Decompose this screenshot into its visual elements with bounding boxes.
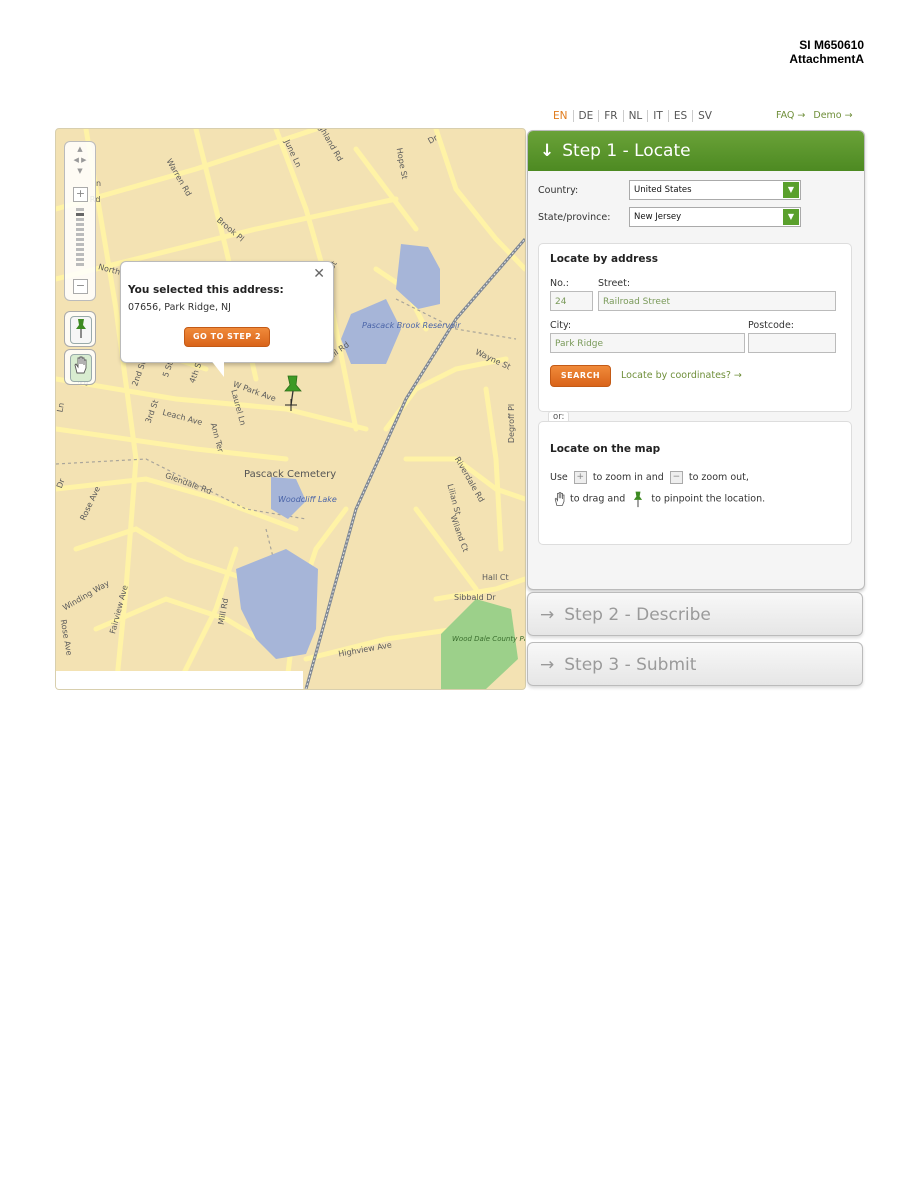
popup-address: 07656, Park Ridge, NJ — [128, 302, 231, 313]
close-icon[interactable]: ✕ — [313, 266, 325, 282]
hand-icon — [74, 356, 87, 374]
label-pascack-cemetery: Pascack Cemetery — [244, 469, 337, 480]
chevron-down-icon: ▼ — [783, 209, 799, 225]
locate-by-address-title: Locate by address — [550, 253, 658, 265]
city-label: City: — [550, 320, 572, 331]
state-value: New Jersey — [634, 212, 682, 222]
map-view[interactable]: Highland Rd June Ln Hope St Dr Warren Rd… — [55, 128, 526, 690]
number-input[interactable]: 24 — [550, 291, 593, 311]
step-1-title: Step 1 - Locate — [562, 141, 691, 161]
document-attachment: AttachmentA — [789, 52, 864, 66]
map-bottom-blank — [56, 671, 303, 689]
drag-text: to drag and — [570, 493, 626, 505]
postcode-input[interactable] — [748, 333, 836, 353]
use-text: Use — [550, 472, 568, 483]
map-navigation-control: ▲ ◀ ▶ ▼ + − — [64, 141, 96, 301]
demo-link[interactable]: Demo → — [813, 110, 852, 121]
state-select[interactable]: New Jersey ▼ — [629, 207, 801, 227]
locate-by-address-card: Locate by address No.: Street: 24 Railro… — [538, 243, 852, 412]
country-label: Country: — [538, 185, 579, 196]
document-code: SI M650610 — [799, 38, 864, 52]
label-n: n — [96, 179, 102, 188]
street-input[interactable]: Railroad Street — [598, 291, 836, 311]
step-3-title: Step 3 - Submit — [564, 655, 697, 675]
lang-sv[interactable]: SV — [693, 110, 717, 122]
popup-title: You selected this address: — [128, 284, 284, 296]
label-woodcliff-lake: Woodcliff Lake — [278, 495, 337, 504]
address-popup: ✕ You selected this address: 07656, Park… — [120, 261, 334, 363]
drag-tool[interactable] — [64, 349, 96, 385]
postcode-label: Postcode: — [748, 320, 794, 331]
lang-nl[interactable]: NL — [624, 110, 649, 122]
zoom-help-line: Use + to zoom in and − to zoom out, — [550, 471, 749, 484]
search-button[interactable]: SEARCH — [550, 365, 611, 387]
lang-it[interactable]: IT — [648, 110, 669, 122]
label-pascack-brook-reservoir: Pascack Brook Reservoir — [362, 321, 461, 330]
pinpoint-text: to pinpoint the location. — [651, 493, 766, 505]
lang-de[interactable]: DE — [574, 110, 600, 122]
country-value: United States — [634, 185, 692, 195]
chevron-down-icon: ▼ — [783, 182, 799, 198]
pushpin-icon — [76, 319, 86, 338]
step-1-header[interactable]: ↓ Step 1 - Locate — [528, 131, 864, 171]
hand-icon — [554, 492, 565, 506]
state-label: State/province: — [538, 212, 611, 223]
popup-tail — [210, 359, 224, 377]
lang-es[interactable]: ES — [669, 110, 694, 122]
zoom-in-button[interactable]: + — [73, 187, 88, 202]
label-sibbald-dr: Sibbald Dr — [454, 593, 496, 602]
country-select[interactable]: United States ▼ — [629, 180, 801, 200]
zoom-slider[interactable] — [76, 208, 84, 278]
label-hall-ct: Hall Ct — [482, 573, 509, 582]
label-degroff-pl: Degroff Pl — [507, 403, 517, 444]
pin-tool-inner — [70, 316, 92, 344]
lang-en[interactable]: EN — [548, 110, 574, 122]
locate-on-map-title: Locate on the map — [550, 443, 661, 455]
step-3-header[interactable]: → Step 3 - Submit — [527, 642, 863, 686]
arrow-down-icon: ↓ — [540, 141, 555, 161]
zoom-in-mini-icon: + — [573, 471, 587, 484]
pushpin-icon — [634, 491, 643, 508]
city-input[interactable]: Park Ridge — [550, 333, 745, 353]
faq-link[interactable]: FAQ → — [776, 110, 805, 121]
step-2-title: Step 2 - Describe — [564, 605, 711, 625]
street-label: Street: — [598, 278, 631, 289]
step-1-panel: ↓ Step 1 - Locate Country: United States … — [527, 130, 865, 590]
zoom-out-text: to zoom out, — [688, 472, 749, 483]
number-label: No.: — [550, 278, 569, 289]
drag-tool-inner — [70, 354, 92, 382]
language-selector: EN DE FR NL IT ES SV — [548, 110, 717, 126]
drag-help-line: to drag and to pinpoint the location. — [553, 490, 765, 508]
label-ln-left: Ln — [55, 402, 67, 413]
go-to-step-2-button[interactable]: GO TO STEP 2 — [184, 327, 270, 347]
zoom-in-text: to zoom in and — [592, 472, 664, 483]
label-wood-dale-park: Wood Dale County Park Pond — [452, 635, 525, 643]
arrow-right-icon: → — [540, 655, 555, 675]
locate-on-map-card: Locate on the map Use + to zoom in and −… — [538, 421, 852, 545]
help-links: FAQ → Demo → — [776, 110, 861, 121]
arrow-right-icon: → — [540, 605, 555, 625]
selected-location-pin-icon[interactable] — [282, 373, 304, 413]
lang-fr[interactable]: FR — [599, 110, 624, 122]
pan-control[interactable]: ▲ ◀ ▶ ▼ — [66, 144, 94, 178]
zoom-out-mini-icon: − — [669, 471, 683, 484]
document-header: SI M650610 AttachmentA — [789, 38, 864, 66]
locate-by-coordinates-link[interactable]: Locate by coordinates? → — [621, 370, 742, 381]
step-2-header[interactable]: → Step 2 - Describe — [527, 592, 863, 636]
zoom-out-button[interactable]: − — [73, 279, 88, 294]
pin-tool[interactable] — [64, 311, 96, 347]
